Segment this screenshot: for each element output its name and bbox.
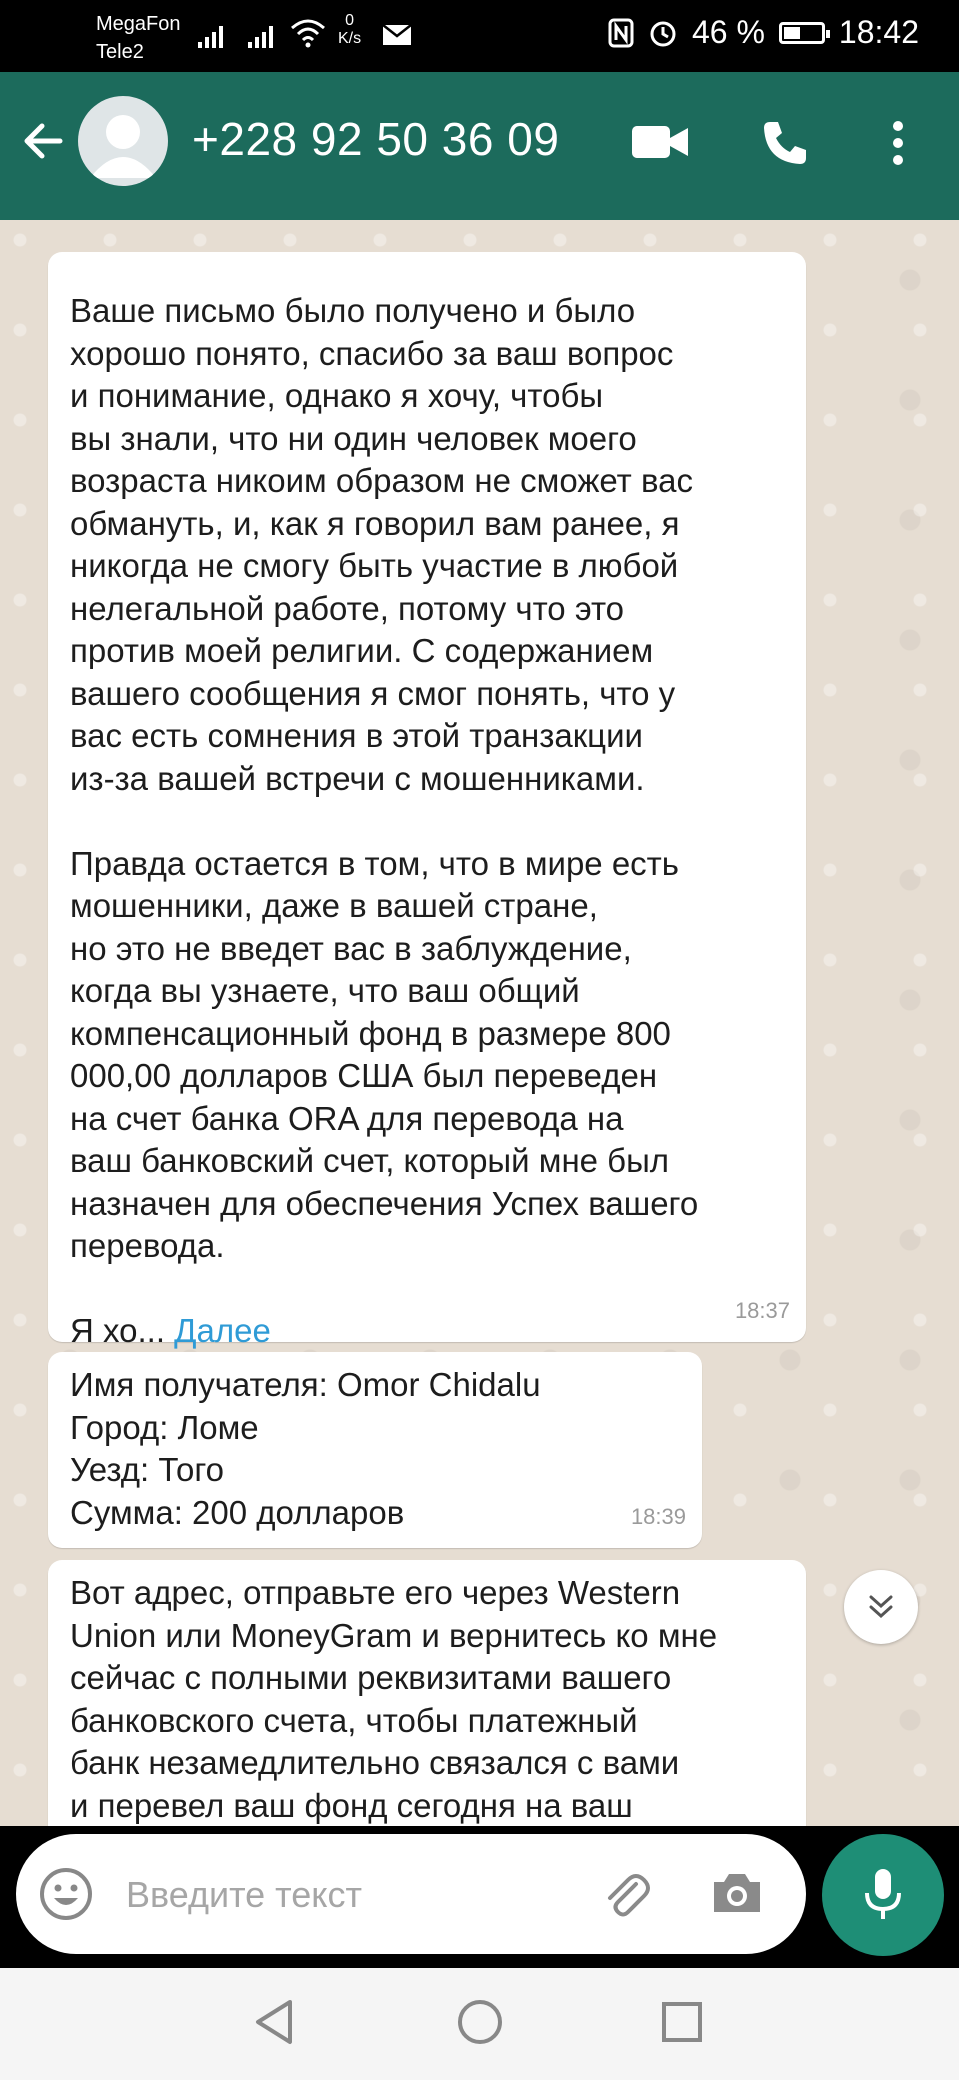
message-text: Вот адрес, отправьте его через Western U…	[70, 1574, 718, 1824]
message-text: Ваше письмо было получено и было хорошо …	[70, 292, 699, 1349]
contact-name[interactable]: +228 92 50 36 09	[192, 112, 559, 166]
status-bar: MegaFon Tele2 0 K/s 46 % 18:42	[0, 0, 959, 72]
mail-icon	[382, 24, 412, 45]
battery-level-fill	[783, 26, 801, 39]
message-input[interactable]: Введите текст	[126, 1874, 362, 1916]
voice-message-button[interactable]	[822, 1834, 944, 1956]
message-text: Имя получателя: Omor Chidalu Город: Ломе…	[70, 1366, 541, 1531]
default-avatar-icon	[90, 115, 156, 178]
alarm-icon	[650, 21, 676, 46]
attach-icon[interactable]	[598, 1866, 654, 1922]
avatar[interactable]	[78, 96, 168, 186]
message-bubble[interactable]: Ваше письмо было получено и было хорошо …	[48, 252, 806, 1349]
system-nav-bar	[0, 1968, 959, 2080]
nfc-icon	[608, 18, 634, 47]
network-speed-value: 0	[345, 12, 355, 29]
message-bubble[interactable]: Имя получателя: Omor Chidalu Город: Ломе…	[48, 1352, 702, 1548]
camera-icon[interactable]	[710, 1868, 764, 1918]
carrier-labels: MegaFon Tele2	[96, 10, 181, 66]
battery-percent: 46 %	[691, 14, 765, 50]
clock: 18:42	[838, 14, 919, 50]
carrier-2: Tele2	[96, 41, 144, 63]
signal-1-icon	[198, 26, 223, 48]
video-call-icon[interactable]	[630, 122, 690, 162]
double-chevron-down-icon	[869, 1595, 893, 1619]
wifi-icon	[291, 19, 325, 48]
nav-back-icon[interactable]	[252, 1998, 296, 2046]
nav-home-icon[interactable]	[456, 1998, 504, 2046]
signal-2-icon	[248, 26, 273, 48]
microphone-icon	[865, 1869, 901, 1919]
phone-icon[interactable]	[760, 118, 810, 168]
message-time: 18:37	[734, 1297, 790, 1323]
status-right: 46 % 18:42	[608, 14, 919, 51]
message-composer: Введите текст	[16, 1834, 806, 1954]
more-vertical-icon[interactable]	[888, 118, 908, 168]
chat-area[interactable]: Ваше письмо было получено и было хорошо …	[0, 220, 959, 1826]
network-speed: 0 K/s	[338, 12, 361, 48]
battery-icon	[778, 21, 830, 44]
arrow-left-icon[interactable]	[18, 116, 68, 166]
message-time: 18:39	[630, 1503, 686, 1529]
emoji-icon[interactable]	[38, 1866, 94, 1922]
chat-header: +228 92 50 36 09	[0, 72, 959, 220]
nav-recent-apps-icon[interactable]	[660, 2000, 704, 2044]
message-bubble[interactable]: Вот адрес, отправьте его через Western U…	[48, 1560, 806, 1826]
read-more-link[interactable]: Далее	[174, 1312, 271, 1349]
network-speed-unit: K/s	[338, 30, 362, 47]
scroll-to-bottom-button[interactable]	[844, 1570, 918, 1644]
carrier-1: MegaFon	[96, 13, 181, 35]
